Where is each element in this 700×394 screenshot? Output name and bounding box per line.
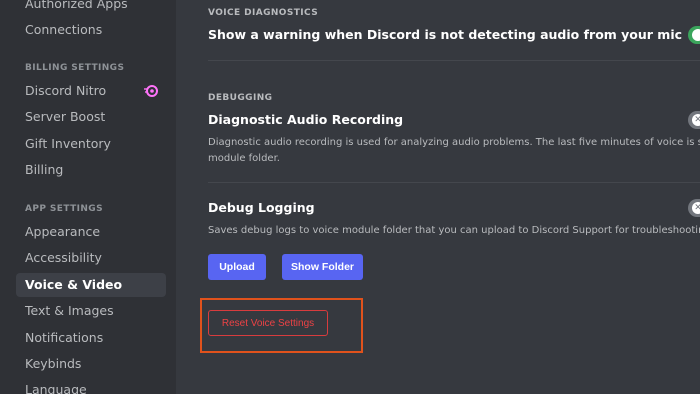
reset-voice-settings-button[interactable]: Reset Voice Settings (208, 310, 328, 336)
sidebar-item-gift-inventory[interactable]: Gift Inventory (16, 132, 166, 156)
upload-button[interactable]: Upload (208, 254, 266, 280)
debug-logging-title: Debug Logging (208, 200, 315, 215)
diagnostic-audio-title: Diagnostic Audio Recording (208, 112, 404, 127)
sidebar-item-accessibility[interactable]: Accessibility (16, 246, 166, 270)
settings-sidebar: Authorized Apps Connections BILLING SETT… (0, 0, 176, 394)
diagnostic-audio-description: Diagnostic audio recording is used for a… (208, 135, 700, 167)
sidebar-item-appearance[interactable]: Appearance (16, 220, 166, 244)
close-icon: ✕ (692, 202, 700, 214)
debug-logging-description: Saves debug logs to voice module folder … (208, 225, 700, 236)
divider (208, 60, 700, 61)
voice-warning-toggle[interactable] (688, 26, 700, 44)
show-folder-button[interactable]: Show Folder (282, 254, 363, 280)
close-icon: ✕ (692, 114, 700, 126)
voice-diagnostics-header: VOICE DIAGNOSTICS (208, 8, 319, 18)
billing-settings-header: BILLING SETTINGS (25, 63, 125, 73)
app-settings-header: APP SETTINGS (25, 204, 103, 214)
nitro-icon (144, 85, 158, 97)
toggle-knob (692, 29, 700, 41)
sidebar-item-language[interactable]: Language (16, 378, 166, 394)
sidebar-item-connections[interactable]: Connections (16, 18, 166, 42)
sidebar-item-text-images[interactable]: Text & Images (16, 299, 166, 323)
sidebar-item-notifications[interactable]: Notifications (16, 326, 166, 350)
voice-video-settings: VOICE DIAGNOSTICS Show a warning when Di… (176, 0, 700, 394)
description-line: Diagnostic audio recording is used for a… (208, 137, 700, 148)
debug-logging-toggle[interactable]: ✕ (688, 199, 700, 217)
sidebar-item-voice-video[interactable]: Voice & Video (16, 273, 166, 297)
voice-warning-title: Show a warning when Discord is not detec… (208, 27, 683, 42)
sidebar-item-billing[interactable]: Billing (16, 158, 166, 182)
description-line: module folder. (208, 153, 280, 164)
debugging-header: DEBUGGING (208, 93, 273, 103)
sidebar-item-discord-nitro[interactable]: Discord Nitro (16, 79, 166, 103)
sidebar-item-label: Discord Nitro (25, 83, 107, 98)
divider (208, 182, 700, 183)
diagnostic-audio-toggle[interactable]: ✕ (688, 111, 700, 129)
sidebar-item-keybinds[interactable]: Keybinds (16, 352, 166, 376)
sidebar-item-authorized-apps[interactable]: Authorized Apps (16, 0, 166, 16)
sidebar-item-server-boost[interactable]: Server Boost (16, 105, 166, 129)
